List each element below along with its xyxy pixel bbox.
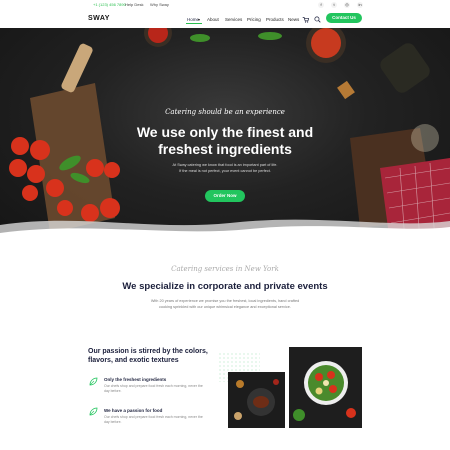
hero-title-line-2: freshest ingredients <box>158 141 292 157</box>
steak-dish-image <box>228 372 285 428</box>
linkedin-icon[interactable]: in <box>357 2 363 8</box>
hero-script-heading: Catering should be an experience <box>165 108 285 116</box>
hero-wave-divider <box>0 219 450 243</box>
chevron-down-icon: ▾ <box>198 17 201 22</box>
hero-section: Catering should be an experience We use … <box>0 28 450 243</box>
feature-desc-passion: Our chefs shop and prepare food fresh ea… <box>104 415 203 424</box>
phone-number[interactable]: +1 (123) 456 7890 <box>93 2 126 7</box>
feature-desc-freshest: Our chefs shop and prepare food fresh ea… <box>104 384 203 393</box>
leaf-icon <box>89 377 98 386</box>
passion-title: Our passion is stirred by the colors, fl… <box>88 348 208 364</box>
services-description: With 20 years of experience we promise y… <box>0 298 450 310</box>
nav-item-news[interactable]: News <box>288 17 299 22</box>
hero-description: At Sway catering we know that food is an… <box>0 162 450 174</box>
salad-bowl-image <box>289 347 362 428</box>
feature-title-passion: We have a passion for food <box>104 408 163 413</box>
nav-item-services[interactable]: Services <box>225 17 242 22</box>
site-logo[interactable]: SWAY <box>88 15 110 22</box>
order-now-button[interactable]: Order Now <box>205 190 245 202</box>
services-title: We specialize in corporate and private e… <box>122 281 328 292</box>
feature-title-freshest: Only the freshest ingredients <box>104 377 167 382</box>
active-indicator <box>186 23 202 24</box>
twitter-icon[interactable]: t <box>331 2 337 8</box>
nav-item-about[interactable]: About <box>207 17 219 22</box>
hero-title: We use only the finest and freshest ingr… <box>0 124 450 158</box>
nav-item-products[interactable]: Products <box>266 17 284 22</box>
cart-icon[interactable] <box>302 16 310 25</box>
why-sway-link[interactable]: Why Sway <box>150 2 169 7</box>
facebook-icon[interactable]: f <box>318 2 324 8</box>
main-nav: SWAY Home ▾ About Services Pricing Produ… <box>0 10 450 28</box>
hero-description-line-2: If the meal is not perfect, your event c… <box>179 169 271 173</box>
search-icon[interactable] <box>314 16 321 25</box>
services-script-heading: Catering services in New York <box>171 265 279 273</box>
help-desk-link[interactable]: Help Desk <box>125 2 143 7</box>
contact-us-button[interactable]: Contact Us <box>326 13 362 23</box>
services-description-line-2: cooking sprinkled with our unique whimsi… <box>159 305 291 309</box>
nav-item-pricing[interactable]: Pricing <box>247 17 261 22</box>
leaf-icon <box>89 407 98 416</box>
instagram-icon[interactable]: ◎ <box>344 2 350 8</box>
hero-title-line-1: We use only the finest and <box>136 124 314 140</box>
